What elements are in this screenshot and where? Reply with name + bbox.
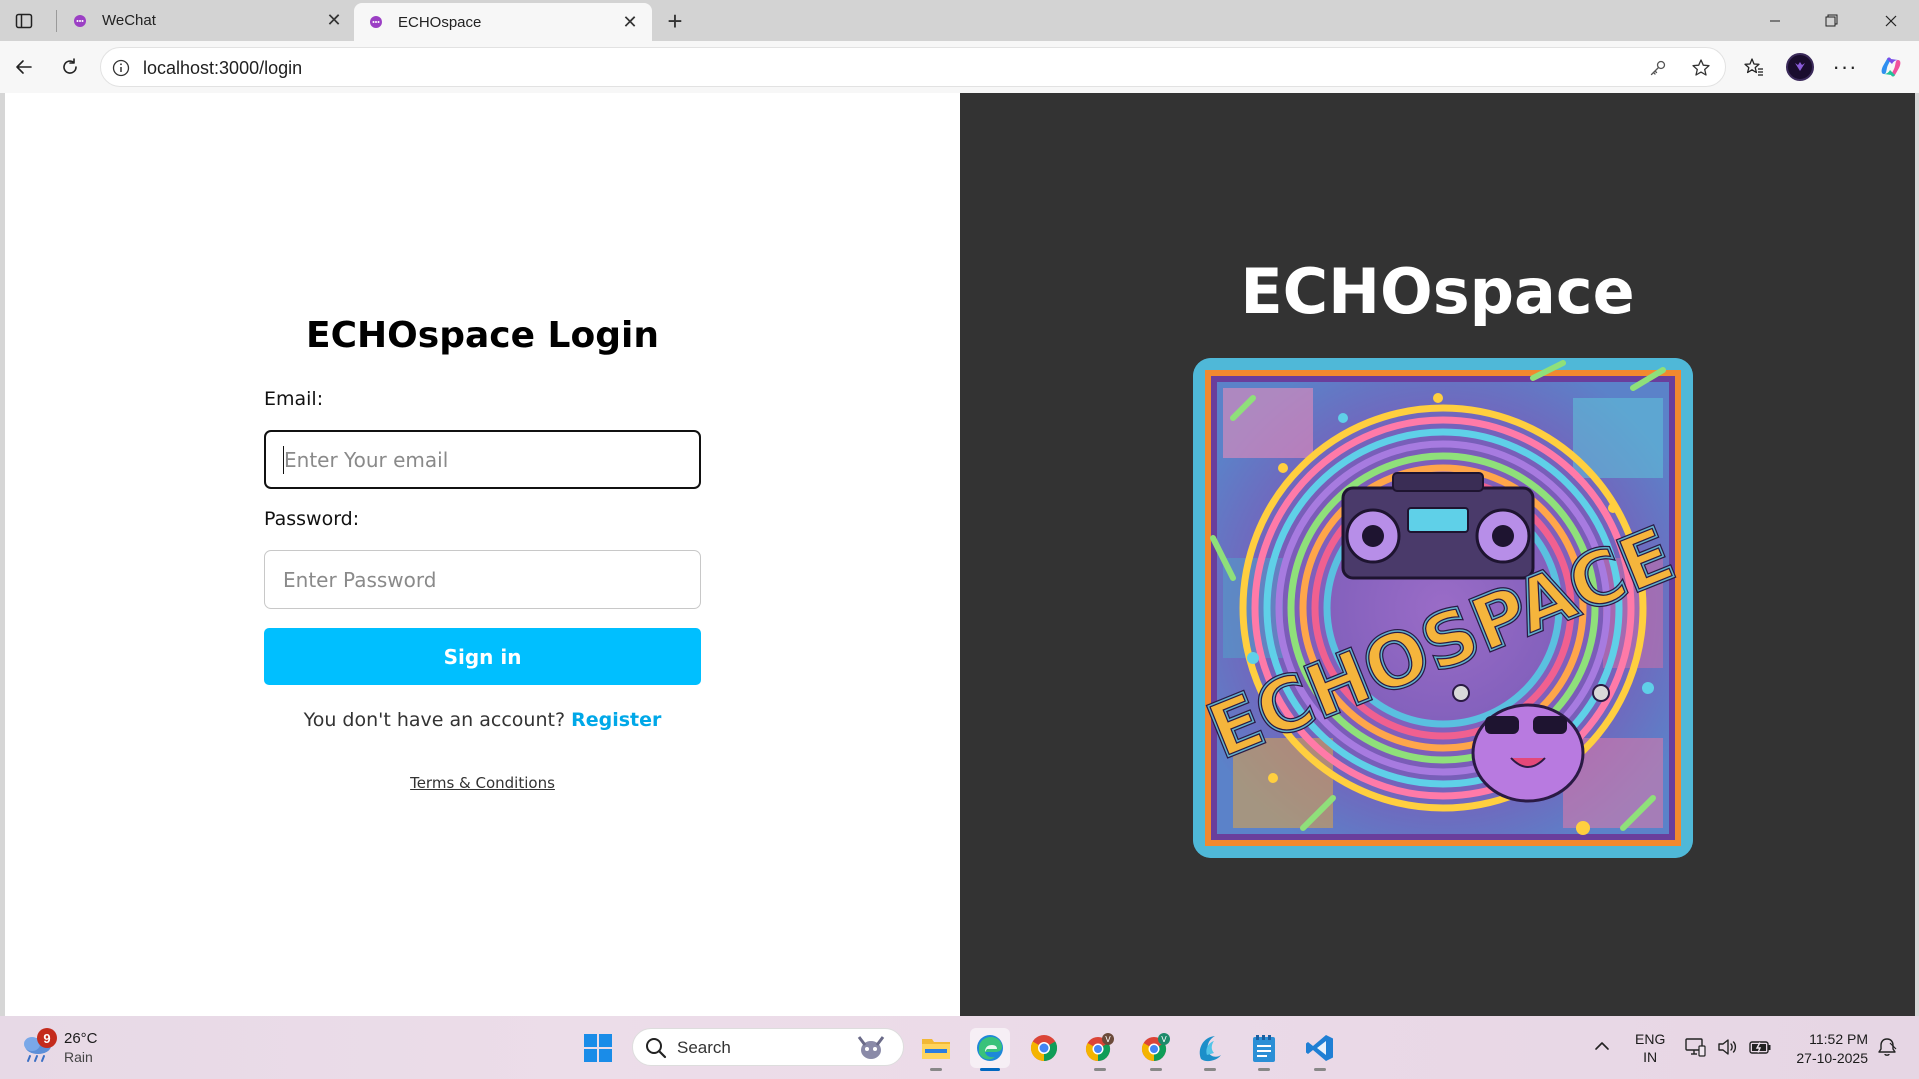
app-active-indicator [980, 1068, 1000, 1071]
notepad-icon[interactable] [1244, 1028, 1284, 1071]
address-bar[interactable]: localhost:3000/login [100, 47, 1726, 87]
clock-date: 27-10-2025 [1796, 1050, 1868, 1066]
clock-time: 11:52 PM [1809, 1031, 1868, 1047]
site-info-icon[interactable] [111, 58, 131, 78]
chat-bubble-icon [72, 13, 88, 29]
email-label: Email: [264, 388, 324, 410]
tab-strip: WeChat ✕ ECHOspace ✕ + [0, 0, 1919, 41]
notification-bell-icon[interactable] [1876, 1036, 1898, 1058]
app-wave-icon[interactable] [1190, 1028, 1230, 1071]
restore-icon[interactable] [1803, 0, 1859, 41]
file-explorer-icon[interactable] [916, 1028, 956, 1071]
app-running-indicator [930, 1068, 942, 1071]
chrome-icon[interactable] [1024, 1028, 1064, 1068]
system-tray[interactable] [1684, 1036, 1772, 1058]
close-icon[interactable]: ✕ [324, 10, 344, 31]
region-code: IN [1643, 1049, 1658, 1065]
tab-wechat[interactable]: WeChat ✕ [58, 0, 356, 41]
chrome-profile-v-icon[interactable]: V [1080, 1028, 1120, 1071]
minimize-icon[interactable] [1747, 0, 1803, 41]
windows-start-icon[interactable] [583, 1033, 613, 1063]
profile-avatar[interactable] [1784, 51, 1816, 83]
email-field[interactable] [264, 430, 701, 489]
tab-title: WeChat [102, 12, 156, 29]
password-field[interactable] [264, 550, 701, 609]
app-running-indicator [1150, 1068, 1162, 1071]
echospace-artwork-image: ECHOSPACE ECHOSPACE [1193, 358, 1693, 858]
svg-text:V: V [1105, 1035, 1111, 1044]
login-panel: ECHOspace Login Email: Password: Sign in… [5, 93, 960, 1016]
battery-icon[interactable] [1748, 1036, 1772, 1058]
tab-actions-icon[interactable] [10, 7, 38, 35]
windows-taskbar: 9 26°C Rain Search V V ENG IN 11:52 PM 2… [0, 1016, 1919, 1079]
favorite-star-icon[interactable] [1689, 56, 1713, 80]
tab-separator [56, 10, 57, 32]
register-link[interactable]: Register [571, 709, 661, 731]
taskbar-search-box[interactable]: Search [632, 1028, 904, 1066]
more-menu-icon[interactable]: ··· [1829, 51, 1861, 83]
avatar-icon [1786, 53, 1814, 81]
brand-title: ECHOspace [1240, 255, 1635, 328]
search-highlight-icon [853, 1033, 889, 1063]
weather-temperature: 26°C [64, 1030, 98, 1047]
browser-toolbar: localhost:3000/login ··· [0, 41, 1919, 93]
search-icon [645, 1037, 667, 1059]
sign-in-button[interactable]: Sign in [264, 628, 701, 685]
search-label: Search [677, 1038, 731, 1057]
weather-condition: Rain [64, 1049, 93, 1065]
language-code: ENG [1635, 1031, 1666, 1047]
new-tab-button[interactable]: + [660, 6, 690, 36]
password-label: Password: [264, 508, 360, 530]
refresh-icon[interactable] [54, 51, 86, 83]
app-running-indicator [1094, 1068, 1106, 1071]
network-icon[interactable] [1684, 1036, 1706, 1058]
password-key-icon[interactable] [1647, 57, 1669, 79]
text-caret [283, 446, 284, 474]
weather-alert-badge: 9 [37, 1028, 57, 1048]
volume-icon[interactable] [1716, 1036, 1738, 1058]
app-running-indicator [1258, 1068, 1270, 1071]
weather-widget[interactable]: 9 26°C Rain [20, 1028, 120, 1070]
page-viewport: ECHOspace Login Email: Password: Sign in… [5, 93, 1915, 1016]
url-text[interactable]: localhost:3000/login [143, 58, 302, 79]
tab-title: ECHOspace [398, 13, 482, 31]
edge-icon[interactable] [970, 1028, 1010, 1071]
window-close-icon[interactable] [1863, 0, 1919, 41]
register-prompt: You don't have an account? Register [5, 709, 960, 731]
app-running-indicator [1314, 1068, 1326, 1071]
svg-text:V: V [1161, 1035, 1167, 1044]
back-arrow-icon[interactable] [8, 51, 40, 83]
close-icon[interactable]: ✕ [620, 12, 640, 32]
favorites-icon[interactable] [1738, 51, 1770, 83]
system-clock[interactable]: 11:52 PM 27-10-2025 [1786, 1030, 1868, 1068]
brand-panel: ECHOspace ECHOSPACE ECHOSPACE [960, 93, 1915, 1016]
login-title: ECHOspace Login [306, 315, 659, 356]
app-running-indicator [1204, 1068, 1216, 1071]
show-hidden-icons-chevron-icon[interactable] [1592, 1036, 1612, 1056]
vscode-icon[interactable] [1300, 1028, 1340, 1071]
chat-bubble-icon [368, 14, 384, 30]
tab-echospace[interactable]: ECHOspace ✕ [354, 3, 652, 41]
chrome-profile-v2-icon[interactable]: V [1136, 1028, 1176, 1071]
register-prompt-text: You don't have an account? [303, 709, 566, 731]
copilot-icon[interactable] [1875, 51, 1907, 83]
terms-link[interactable]: Terms & Conditions [5, 774, 960, 792]
language-indicator[interactable]: ENG IN [1635, 1030, 1665, 1066]
